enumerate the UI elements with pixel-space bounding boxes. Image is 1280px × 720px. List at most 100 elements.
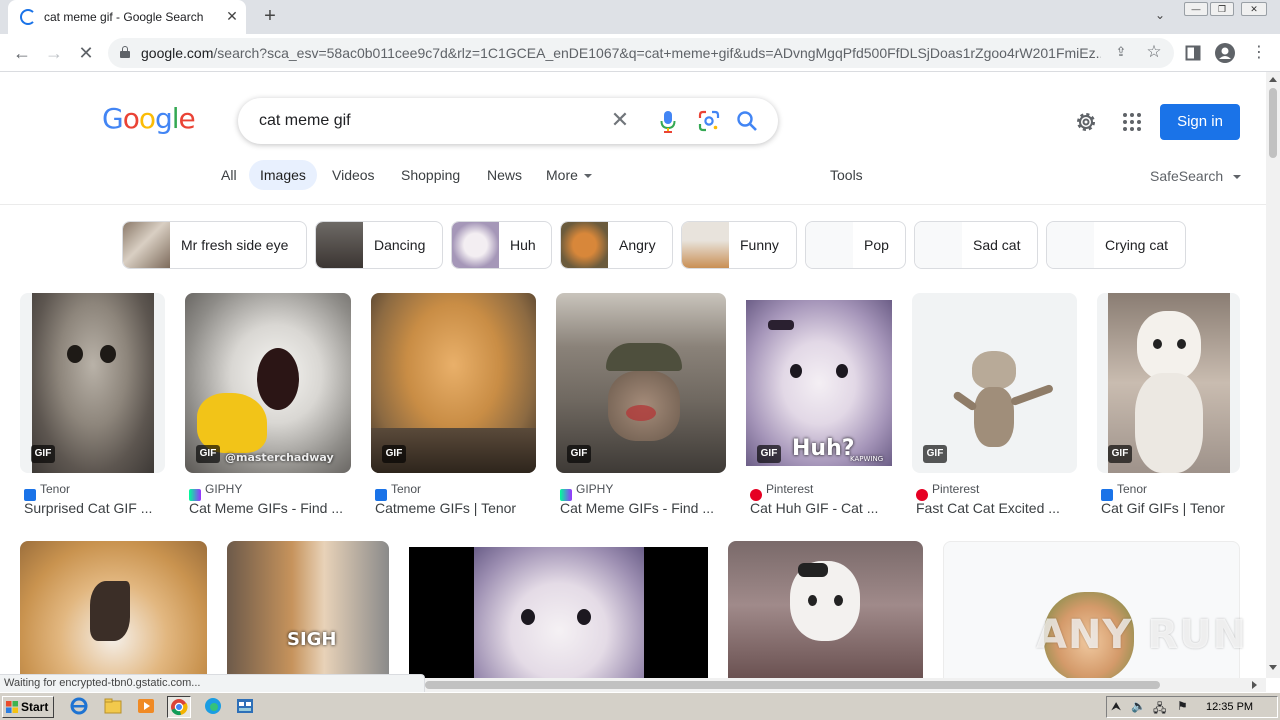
image-result[interactable]: GIF GIPHY Cat Meme GIFs - Find ... bbox=[556, 293, 726, 523]
side-panel-icon[interactable] bbox=[1182, 42, 1204, 64]
result-title[interactable]: Catmeme GIFs | Tenor bbox=[375, 500, 535, 516]
back-arrow-icon[interactable]: ← bbox=[10, 41, 34, 65]
chip-angry[interactable]: Angry bbox=[560, 221, 673, 269]
image-result[interactable]: SIGH bbox=[227, 541, 389, 678]
image-result[interactable]: GIF Tenor Surprised Cat GIF ... bbox=[20, 293, 165, 523]
tab-more[interactable]: More bbox=[535, 160, 603, 190]
result-title[interactable]: Cat Gif GIFs | Tenor bbox=[1101, 500, 1241, 516]
result-source: Tenor bbox=[40, 482, 71, 496]
result-title[interactable]: Cat Huh GIF - Cat ... bbox=[750, 500, 890, 516]
internet-explorer-icon[interactable] bbox=[68, 696, 92, 718]
image-result[interactable]: GIF Pinterest Fast Cat Cat Excited ... bbox=[912, 293, 1077, 523]
chip-crying-cat[interactable]: Crying cat bbox=[1046, 221, 1186, 269]
minimize-button[interactable]: — bbox=[1184, 2, 1208, 16]
browser-toolbar: ← → ✕ google.com/search?sca_esv=58ac0b01… bbox=[0, 34, 1280, 72]
gear-icon[interactable] bbox=[1074, 110, 1098, 134]
microphone-icon[interactable] bbox=[660, 110, 676, 134]
profile-avatar-icon[interactable] bbox=[1214, 42, 1236, 64]
close-window-button[interactable]: ✕ bbox=[1241, 2, 1267, 16]
caption-text: Huh? bbox=[792, 436, 855, 461]
tab-images[interactable]: Images bbox=[249, 160, 317, 190]
network-icon[interactable]: 🖧 bbox=[1153, 699, 1166, 720]
forward-arrow-icon[interactable]: → bbox=[42, 41, 66, 65]
image-result[interactable] bbox=[20, 541, 207, 678]
google-lens-icon[interactable] bbox=[698, 110, 720, 132]
kapwing-watermark-text: KAPWING bbox=[850, 455, 884, 463]
lock-icon[interactable] bbox=[120, 46, 130, 58]
app-window-icon[interactable] bbox=[234, 696, 258, 718]
chip-thumbnail bbox=[452, 222, 499, 268]
chip-funny[interactable]: Funny bbox=[681, 221, 797, 269]
gif-badge: GIF bbox=[382, 445, 406, 463]
google-apps-grid-icon[interactable] bbox=[1122, 112, 1142, 132]
share-icon[interactable]: ⇪ bbox=[1112, 44, 1130, 62]
tab-shopping[interactable]: Shopping bbox=[390, 160, 471, 190]
edge-icon[interactable] bbox=[202, 696, 226, 718]
result-thumbnail[interactable] bbox=[409, 547, 708, 678]
scroll-right-arrow-icon[interactable] bbox=[1252, 681, 1257, 689]
gif-badge: GIF bbox=[923, 445, 947, 463]
chip-huh[interactable]: Huh bbox=[451, 221, 552, 269]
scrollbar-thumb[interactable] bbox=[1269, 88, 1277, 158]
image-result[interactable] bbox=[409, 547, 708, 678]
chrome-icon[interactable] bbox=[167, 696, 191, 718]
tab-title: cat meme gif - Google Search bbox=[44, 10, 204, 24]
chip-thumbnail bbox=[316, 222, 363, 268]
chip-mr-fresh-side-eye[interactable]: Mr fresh side eye bbox=[122, 221, 307, 269]
tray-expand-arrow-icon[interactable]: ⮝ bbox=[1111, 699, 1121, 714]
restore-button[interactable]: ❐ bbox=[1210, 2, 1234, 16]
safesearch-dropdown[interactable]: SafeSearch bbox=[1150, 168, 1242, 184]
result-thumbnail[interactable] bbox=[20, 541, 207, 678]
action-center-flag-icon[interactable]: ⚑ bbox=[1177, 699, 1188, 713]
bookmark-star-icon[interactable]: ☆ bbox=[1144, 42, 1164, 62]
result-title[interactable]: Fast Cat Cat Excited ... bbox=[916, 500, 1076, 516]
result-thumbnail[interactable]: SIGH bbox=[227, 541, 389, 678]
result-thumbnail[interactable]: Huh? KAPWING bbox=[746, 300, 892, 466]
image-result[interactable]: GIF Tenor Cat Gif GIFs | Tenor bbox=[1097, 293, 1240, 523]
browser-tab[interactable]: cat meme gif - Google Search ✕ bbox=[8, 0, 246, 34]
close-tab-icon[interactable]: ✕ bbox=[222, 6, 242, 26]
browser-menu-icon[interactable]: ⋮ bbox=[1248, 42, 1270, 64]
stop-loading-icon[interactable]: ✕ bbox=[74, 41, 98, 65]
result-title[interactable]: Cat Meme GIFs - Find ... bbox=[560, 500, 725, 516]
result-title[interactable]: Surprised Cat GIF ... bbox=[24, 500, 164, 516]
search-icon[interactable] bbox=[736, 110, 758, 132]
address-bar[interactable]: google.com/search?sca_esv=58ac0b011cee9c… bbox=[108, 38, 1174, 68]
media-player-icon[interactable] bbox=[135, 696, 159, 718]
chip-thumbnail bbox=[682, 222, 729, 268]
result-source: Tenor bbox=[391, 482, 422, 496]
chip-label: Sad cat bbox=[973, 237, 1021, 253]
volume-icon[interactable]: 🔈 bbox=[1131, 699, 1146, 713]
new-tab-button[interactable]: + bbox=[258, 5, 282, 29]
scrollbar-thumb[interactable] bbox=[425, 681, 1160, 689]
image-result[interactable]: @masterchadway GIF GIPHY Cat Meme GIFs -… bbox=[185, 293, 351, 523]
clear-search-icon[interactable]: ✕ bbox=[608, 108, 632, 132]
start-button[interactable]: Start bbox=[2, 696, 54, 718]
image-result[interactable] bbox=[728, 541, 923, 678]
tools-button[interactable]: Tools bbox=[830, 167, 863, 183]
image-result[interactable]: GIF Tenor Catmeme GIFs | Tenor bbox=[371, 293, 536, 523]
tab-search-chevron-icon[interactable]: ⌄ bbox=[1150, 8, 1170, 26]
scroll-down-arrow-icon[interactable] bbox=[1269, 665, 1277, 670]
chip-sad-cat[interactable]: Sad cat bbox=[914, 221, 1038, 269]
search-input[interactable]: cat meme gif bbox=[259, 112, 351, 130]
tab-all[interactable]: All bbox=[210, 160, 248, 190]
header-divider bbox=[0, 204, 1266, 205]
google-logo[interactable]: Google bbox=[102, 102, 196, 135]
chip-dancing[interactable]: Dancing bbox=[315, 221, 443, 269]
image-result[interactable]: Huh? KAPWING GIF Pinterest Cat Huh GIF -… bbox=[746, 293, 892, 523]
clock[interactable]: 12:35 PM bbox=[1206, 701, 1253, 713]
result-thumbnail[interactable] bbox=[728, 541, 923, 678]
tab-news[interactable]: News bbox=[476, 160, 533, 190]
chip-thumbnail bbox=[561, 222, 608, 268]
scroll-up-arrow-icon[interactable] bbox=[1269, 77, 1277, 82]
result-title[interactable]: Cat Meme GIFs - Find ... bbox=[189, 500, 353, 516]
file-explorer-icon[interactable] bbox=[102, 696, 126, 718]
chip-label: Funny bbox=[740, 237, 779, 253]
sign-in-button[interactable]: Sign in bbox=[1160, 104, 1240, 140]
vertical-scrollbar[interactable] bbox=[1266, 72, 1280, 678]
search-box[interactable]: cat meme gif ✕ bbox=[238, 98, 778, 144]
chip-pop[interactable]: Pop bbox=[805, 221, 906, 269]
tab-videos[interactable]: Videos bbox=[321, 160, 386, 190]
watermark-text: @masterchadway bbox=[225, 451, 334, 464]
